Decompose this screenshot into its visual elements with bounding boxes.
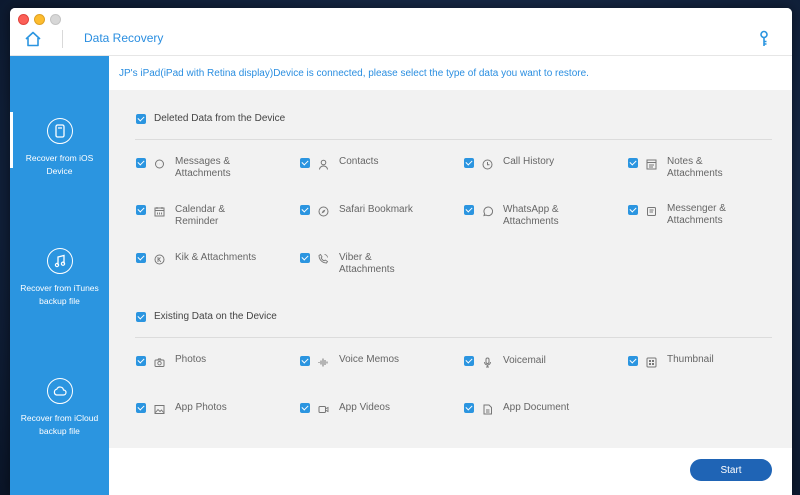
notes-icon xyxy=(646,157,657,170)
image-icon xyxy=(154,402,165,414)
checkbox-messenger[interactable] xyxy=(628,205,638,215)
item-label-whatsapp: WhatsApp & Attachments xyxy=(503,204,559,227)
checkbox-calendar[interactable] xyxy=(136,205,146,215)
checkbox-messages[interactable] xyxy=(136,158,146,168)
contacts-icon xyxy=(318,157,329,170)
item-label-voicemail: Voicemail xyxy=(503,355,546,366)
item-label-thumbnail: Thumbnail xyxy=(667,354,714,365)
ios-device-icon xyxy=(46,118,73,144)
zoom-window-button[interactable] xyxy=(50,14,61,25)
item-label-notes: Notes & Attachments xyxy=(667,156,723,179)
music-note-icon xyxy=(46,248,73,274)
item-label-kik: Kik & Attachments xyxy=(175,252,257,263)
checkbox-contacts[interactable] xyxy=(300,158,310,168)
section-title-deleted-data: Deleted Data from the Device xyxy=(154,113,286,124)
checkbox-notes[interactable] xyxy=(628,158,638,168)
section-checkbox-existing-data[interactable] xyxy=(136,312,146,322)
close-window-button[interactable] xyxy=(18,14,29,25)
section-divider xyxy=(135,337,772,338)
sidebar: Recover from iOS Device Recover from iTu… xyxy=(10,56,109,495)
whatsapp-icon xyxy=(482,204,493,217)
footer-bar: Start xyxy=(109,448,792,495)
sidebar-item-itunes-backup[interactable]: Recover from iTunes backup file xyxy=(10,248,109,308)
home-icon[interactable] xyxy=(24,30,42,48)
sidebar-item-label: Recover from iCloud backup file xyxy=(20,413,99,436)
start-button[interactable]: Start xyxy=(690,459,772,481)
compass-icon xyxy=(318,204,329,217)
main-panel: JP's iPad(iPad with Retina display)Devic… xyxy=(109,56,792,495)
checkbox-safari-bookmark[interactable] xyxy=(300,205,310,215)
section-checkbox-deleted-data[interactable] xyxy=(136,114,146,124)
clock-icon xyxy=(482,157,493,170)
item-label-app-videos: App Videos xyxy=(339,402,390,413)
checkbox-photos[interactable] xyxy=(136,356,146,366)
title-bar: Data Recovery xyxy=(10,8,792,56)
kik-icon xyxy=(154,252,165,265)
waveform-icon xyxy=(318,355,329,367)
checkbox-thumbnail[interactable] xyxy=(628,356,638,366)
item-label-calendar: Calendar & Reminder xyxy=(175,204,226,227)
item-label-app-document: App Document xyxy=(503,402,570,413)
checkbox-call-history[interactable] xyxy=(464,158,474,168)
messages-icon xyxy=(154,157,165,169)
item-label-contacts: Contacts xyxy=(339,156,379,167)
thumbnail-icon xyxy=(646,355,657,368)
item-label-app-photos: App Photos xyxy=(175,402,227,413)
video-icon xyxy=(318,402,329,413)
cloud-icon xyxy=(46,378,73,404)
section-title-existing-data: Existing Data on the Device xyxy=(154,311,277,322)
checkbox-app-document[interactable] xyxy=(464,403,474,413)
data-type-selection: Deleted Data from the Device Messages & … xyxy=(109,90,792,440)
item-label-safari-bookmark: Safari Bookmark xyxy=(339,204,413,215)
messenger-icon xyxy=(646,204,657,216)
microphone-icon xyxy=(482,355,493,368)
sidebar-item-icloud-backup[interactable]: Recover from iCloud backup file xyxy=(10,378,109,438)
item-label-viber: Viber & Attachments xyxy=(339,252,395,275)
checkbox-voice-memos[interactable] xyxy=(300,356,310,366)
checkbox-whatsapp[interactable] xyxy=(464,205,474,215)
item-label-messages: Messages & Attachments xyxy=(175,156,231,179)
camera-icon xyxy=(154,355,165,367)
sidebar-item-label: Recover from iOS Device xyxy=(25,153,94,176)
calendar-icon xyxy=(154,204,165,217)
checkbox-app-photos[interactable] xyxy=(136,403,146,413)
checkbox-kik[interactable] xyxy=(136,253,146,263)
item-label-call-history: Call History xyxy=(503,156,555,167)
sidebar-item-label: Recover from iTunes backup file xyxy=(20,283,99,306)
checkbox-viber[interactable] xyxy=(300,253,310,263)
app-title: Data Recovery xyxy=(84,31,164,45)
app-window: Data Recovery Recover from iOS Device Re… xyxy=(10,8,792,495)
checkbox-voicemail[interactable] xyxy=(464,356,474,366)
minimize-window-button[interactable] xyxy=(34,14,45,25)
title-divider xyxy=(62,30,63,48)
section-divider xyxy=(135,139,772,140)
document-icon xyxy=(482,402,493,415)
key-icon[interactable] xyxy=(758,30,770,48)
connection-status: JP's iPad(iPad with Retina display)Devic… xyxy=(109,56,792,90)
sidebar-item-ios-device[interactable]: Recover from iOS Device xyxy=(10,112,109,178)
item-label-voice-memos: Voice Memos xyxy=(339,354,400,365)
item-label-messenger: Messenger & Attachments xyxy=(667,203,726,226)
viber-icon xyxy=(318,251,329,264)
checkbox-app-videos[interactable] xyxy=(300,403,310,413)
item-label-photos: Photos xyxy=(175,354,207,365)
